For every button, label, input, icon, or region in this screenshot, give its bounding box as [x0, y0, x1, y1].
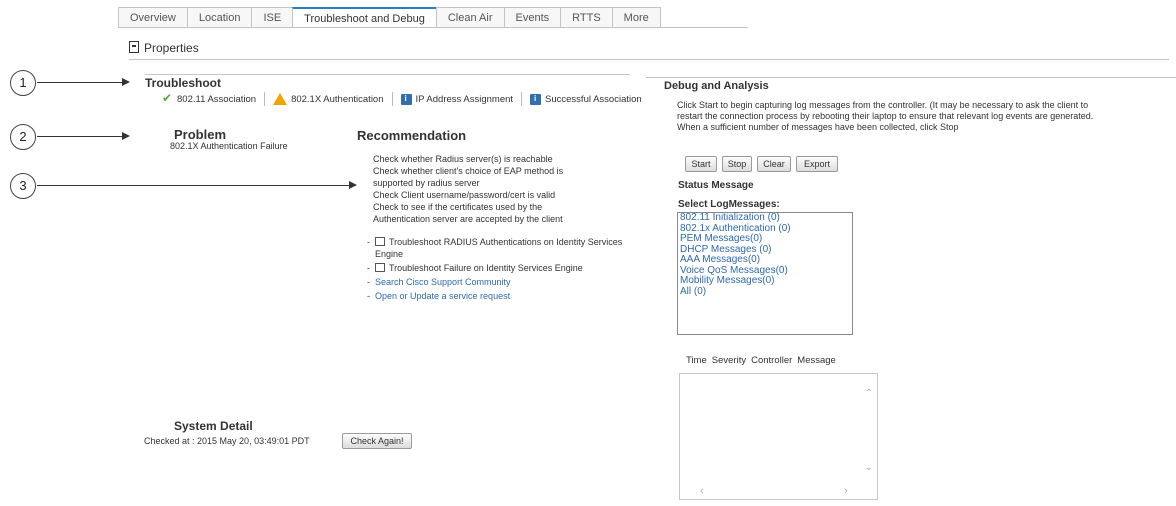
callout-1: 1: [10, 70, 36, 96]
collapse-icon: [129, 41, 139, 53]
recommendation-line: supported by radius server: [373, 178, 480, 188]
step-label: IP Address Assignment: [415, 93, 514, 105]
link-item[interactable]: - Search Cisco Support Community: [367, 276, 652, 288]
step-label: 802.11 Association: [177, 93, 257, 105]
tab-ise[interactable]: ISE: [251, 7, 294, 28]
link-item[interactable]: - Troubleshoot Failure on Identity Servi…: [367, 262, 652, 274]
callout-2: 2: [10, 124, 36, 150]
status-message-label: Status Message: [678, 180, 754, 191]
scroll-left-icon[interactable]: ‹: [700, 485, 704, 497]
step-ip-assignment: IP Address Assignment: [400, 93, 514, 105]
problem-title: Problem: [174, 127, 227, 142]
info-icon: [530, 93, 542, 105]
tab-overview[interactable]: Overview: [118, 7, 188, 28]
properties-toggle[interactable]: Properties: [129, 40, 199, 55]
link-service-request[interactable]: Open or Update a service request: [375, 290, 510, 302]
log-option[interactable]: All (0): [678, 286, 852, 298]
step-separator: [521, 92, 523, 106]
properties-label: Properties: [144, 41, 199, 55]
column-severity[interactable]: Severity: [712, 355, 746, 366]
debug-intro-line: restart the connection process by reboot…: [677, 111, 1094, 121]
recommendation-links: - Troubleshoot RADIUS Authentications on…: [367, 236, 652, 304]
tab-bar: Overview Location ISE Troubleshoot and D…: [118, 7, 661, 28]
recommendation-line: Check whether Radius server(s) is reacha…: [373, 154, 553, 164]
callout-2-arrow: [37, 132, 130, 140]
properties-divider: [129, 59, 1169, 60]
link-failure-troubleshoot[interactable]: Troubleshoot Failure on Identity Service…: [389, 263, 583, 273]
tab-divider: [118, 27, 748, 28]
start-button[interactable]: Start: [685, 156, 717, 172]
debug-divider: [646, 77, 1176, 78]
log-table-body[interactable]: ⌃ ⌄ ‹ ›: [679, 373, 878, 500]
scroll-up-icon[interactable]: ⌃: [865, 388, 873, 399]
column-controller[interactable]: Controller: [751, 355, 792, 366]
debug-intro-line: When a sufficient number of messages hav…: [677, 122, 959, 132]
tab-more[interactable]: More: [611, 7, 661, 28]
log-table-header: Time Severity Controller Message: [678, 349, 874, 371]
recommendation-list: Check whether Radius server(s) is reacha…: [373, 153, 648, 225]
check-icon: [162, 91, 173, 105]
link-search-community[interactable]: Search Cisco Support Community: [375, 276, 511, 288]
log-option[interactable]: AAA Messages(0): [678, 254, 852, 266]
stop-button[interactable]: Stop: [722, 156, 752, 172]
recommendation-line: Check to see if the certificates used by…: [373, 202, 543, 212]
select-log-label: Select LogMessages:: [678, 199, 780, 210]
troubleshoot-steps: 802.11 Association 802.1X Authentication…: [162, 91, 650, 106]
log-option[interactable]: 802.11 Initialization (0): [678, 212, 852, 224]
recommendation-title: Recommendation: [357, 128, 467, 143]
callout-3-arrow: [37, 181, 357, 189]
troubleshoot-divider: [145, 74, 630, 75]
external-link-icon: [375, 237, 385, 246]
clear-button[interactable]: Clear: [757, 156, 791, 172]
troubleshoot-title: Troubleshoot: [145, 76, 221, 90]
step-label: Successful Association: [545, 93, 642, 105]
debug-intro-line: Click Start to begin capturing log messa…: [677, 100, 1089, 110]
scroll-down-icon[interactable]: ⌄: [865, 462, 873, 473]
recommendation-line: Check Client username/password/cert is v…: [373, 190, 556, 200]
link-item[interactable]: - Troubleshoot RADIUS Authentications on…: [367, 236, 652, 260]
tab-rtts[interactable]: RTTS: [560, 7, 613, 28]
log-message-list[interactable]: 802.11 Initialization (0) 802.1x Authent…: [677, 212, 853, 335]
recommendation-line: Check whether client's choice of EAP met…: [373, 166, 564, 176]
log-option[interactable]: PEM Messages(0): [678, 233, 852, 245]
column-message[interactable]: Message: [797, 355, 836, 366]
step-association: 802.11 Association: [162, 91, 257, 105]
check-again-button[interactable]: Check Again!: [342, 433, 412, 449]
warning-icon: [273, 93, 288, 105]
debug-title: Debug and Analysis: [664, 80, 769, 92]
scroll-right-icon[interactable]: ›: [844, 485, 848, 497]
system-detail-title: System Detail: [174, 419, 253, 433]
log-option[interactable]: Mobility Messages(0): [678, 275, 852, 287]
recommendation-line: Authentication server are accepted by th…: [373, 214, 563, 224]
column-time[interactable]: Time: [686, 355, 707, 366]
link-radius-troubleshoot[interactable]: Troubleshoot RADIUS Authentications on I…: [375, 237, 622, 259]
tab-events[interactable]: Events: [503, 7, 562, 28]
problem-text: 802.1X Authentication Failure: [170, 141, 288, 151]
system-detail-checked: Checked at : 2015 May 20, 03:49:01 PDT: [144, 436, 310, 446]
step-label: 802.1X Authentication: [291, 93, 384, 105]
external-link-icon: [375, 263, 385, 272]
step-separator: [391, 92, 393, 106]
debug-intro: Click Start to begin capturing log messa…: [677, 100, 1176, 133]
info-icon: [400, 93, 412, 105]
tab-location[interactable]: Location: [186, 7, 253, 28]
step-separator: [264, 92, 266, 106]
link-item[interactable]: - Open or Update a service request: [367, 290, 652, 302]
export-button[interactable]: Export: [796, 156, 838, 172]
step-authentication: 802.1X Authentication: [273, 93, 384, 105]
callout-3: 3: [10, 173, 36, 199]
step-successful-association: Successful Association: [530, 93, 642, 105]
tab-clean-air[interactable]: Clean Air: [435, 7, 505, 28]
tab-troubleshoot-and-debug[interactable]: Troubleshoot and Debug: [292, 7, 437, 28]
callout-1-arrow: [37, 78, 130, 86]
